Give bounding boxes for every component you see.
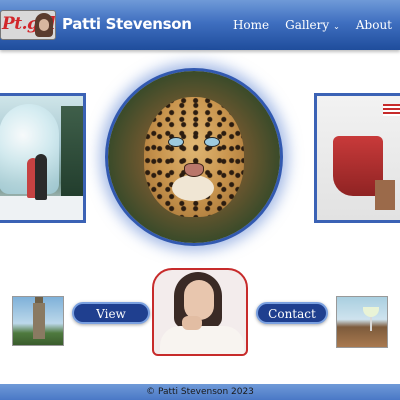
- nav-home[interactable]: Home: [233, 18, 269, 32]
- nav-gallery[interactable]: Gallery ⌄: [285, 18, 340, 32]
- view-gallery-button[interactable]: View Gallery: [72, 302, 150, 341]
- nav-about-label: About: [355, 18, 392, 32]
- site-header: Pt.gal Patti Stevenson Home Gallery ⌄ Abo…: [0, 0, 400, 50]
- thumbnail-cocktail[interactable]: [336, 296, 388, 348]
- nav-gallery-label: Gallery: [285, 18, 330, 32]
- artist-portrait: [152, 268, 248, 356]
- nav-home-label: Home: [232, 18, 270, 32]
- logo-portrait-icon: [35, 13, 53, 37]
- leopard-left-eye: [168, 137, 184, 147]
- cocktail-stem: [370, 317, 372, 331]
- thumbnail-chapel[interactable]: [12, 296, 64, 346]
- cocktail-glass: [363, 307, 379, 317]
- chevron-down-icon: ⌄: [333, 22, 340, 31]
- copyright-text: © Patti Stevenson 2023: [146, 387, 254, 397]
- chapel-tower: [33, 303, 45, 339]
- artwork-boot[interactable]: [314, 93, 400, 223]
- nav-about[interactable]: About: [356, 18, 392, 32]
- figure-adult: [35, 154, 47, 200]
- site-title[interactable]: Patti Stevenson: [62, 15, 192, 33]
- flag-shape: [383, 104, 400, 116]
- leopard-right-eye: [204, 137, 220, 147]
- main-nav: Home Gallery ⌄ About: [217, 18, 392, 32]
- portrait-shoulders: [160, 326, 244, 354]
- leopard-muzzle: [172, 175, 214, 201]
- tree-shape: [61, 106, 83, 206]
- site-footer: © Patti Stevenson 2023: [0, 384, 400, 400]
- contact-me-button[interactable]: Contact Me: [256, 302, 328, 341]
- portrait-face: [184, 280, 214, 320]
- logo[interactable]: Pt.gal: [0, 10, 56, 40]
- artwork-leopard[interactable]: [108, 71, 280, 243]
- heel-shape: [375, 180, 395, 210]
- artwork-ice-sculpture[interactable]: [0, 93, 86, 223]
- leopard-nose: [184, 163, 204, 177]
- portrait-hand: [182, 316, 202, 330]
